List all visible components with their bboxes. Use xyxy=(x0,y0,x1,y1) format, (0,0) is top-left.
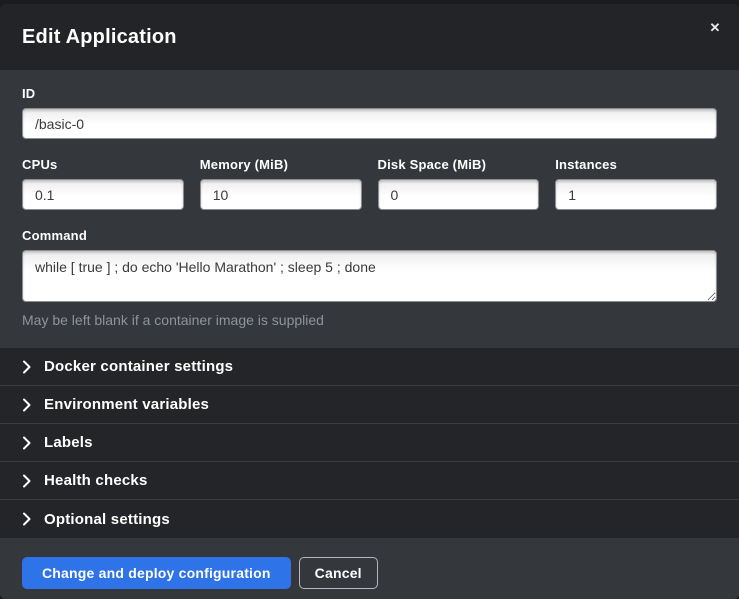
section-label: Optional settings xyxy=(44,511,170,528)
command-field-label: Command xyxy=(22,228,717,243)
memory-input[interactable] xyxy=(200,179,362,210)
disk-space-field-block: Disk Space (MiB) xyxy=(378,157,540,210)
memory-field-block: Memory (MiB) xyxy=(200,157,362,210)
modal-header: Edit Application ✕ xyxy=(0,4,739,70)
disk-space-input[interactable] xyxy=(378,179,540,210)
chevron-right-icon xyxy=(22,360,31,374)
instances-field-label: Instances xyxy=(555,157,717,172)
chevron-right-icon xyxy=(22,512,31,526)
resource-fields-row: CPUs Memory (MiB) Disk Space (MiB) Insta… xyxy=(22,157,717,210)
command-field-block: Command while [ true ] ; do echo 'Hello … xyxy=(22,228,717,328)
section-docker-container-settings[interactable]: Docker container settings xyxy=(0,348,739,386)
command-textarea[interactable]: while [ true ] ; do echo 'Hello Marathon… xyxy=(22,250,717,302)
close-icon[interactable]: ✕ xyxy=(703,16,727,40)
section-health-checks[interactable]: Health checks xyxy=(0,462,739,500)
edit-application-modal: Edit Application ✕ ID CPUs Memory (MiB) … xyxy=(0,4,739,599)
memory-field-label: Memory (MiB) xyxy=(200,157,362,172)
cpus-input[interactable] xyxy=(22,179,184,210)
section-label: Docker container settings xyxy=(44,358,233,375)
chevron-right-icon xyxy=(22,474,31,488)
command-help-text: May be left blank if a container image i… xyxy=(22,312,717,328)
cpus-field-label: CPUs xyxy=(22,157,184,172)
id-field-label: ID xyxy=(22,86,717,101)
section-label: Labels xyxy=(44,434,93,451)
section-environment-variables[interactable]: Environment variables xyxy=(0,386,739,424)
id-input[interactable] xyxy=(22,108,717,139)
section-labels[interactable]: Labels xyxy=(0,424,739,462)
cpus-field-block: CPUs xyxy=(22,157,184,210)
section-label: Environment variables xyxy=(44,396,209,413)
cancel-button[interactable]: Cancel xyxy=(299,557,378,589)
accordion-sections: Docker container settings Environment va… xyxy=(0,348,739,538)
modal-title: Edit Application xyxy=(22,26,177,49)
edit-application-form: ID CPUs Memory (MiB) Disk Space (MiB) In… xyxy=(0,70,739,348)
chevron-right-icon xyxy=(22,398,31,412)
modal-footer: Change and deploy configuration Cancel xyxy=(0,538,739,599)
section-optional-settings[interactable]: Optional settings xyxy=(0,500,739,538)
change-and-deploy-button[interactable]: Change and deploy configuration xyxy=(22,557,291,589)
disk-space-field-label: Disk Space (MiB) xyxy=(378,157,540,172)
chevron-right-icon xyxy=(22,436,31,450)
instances-input[interactable] xyxy=(555,179,717,210)
section-label: Health checks xyxy=(44,472,147,489)
instances-field-block: Instances xyxy=(555,157,717,210)
id-field-block: ID xyxy=(22,86,717,139)
